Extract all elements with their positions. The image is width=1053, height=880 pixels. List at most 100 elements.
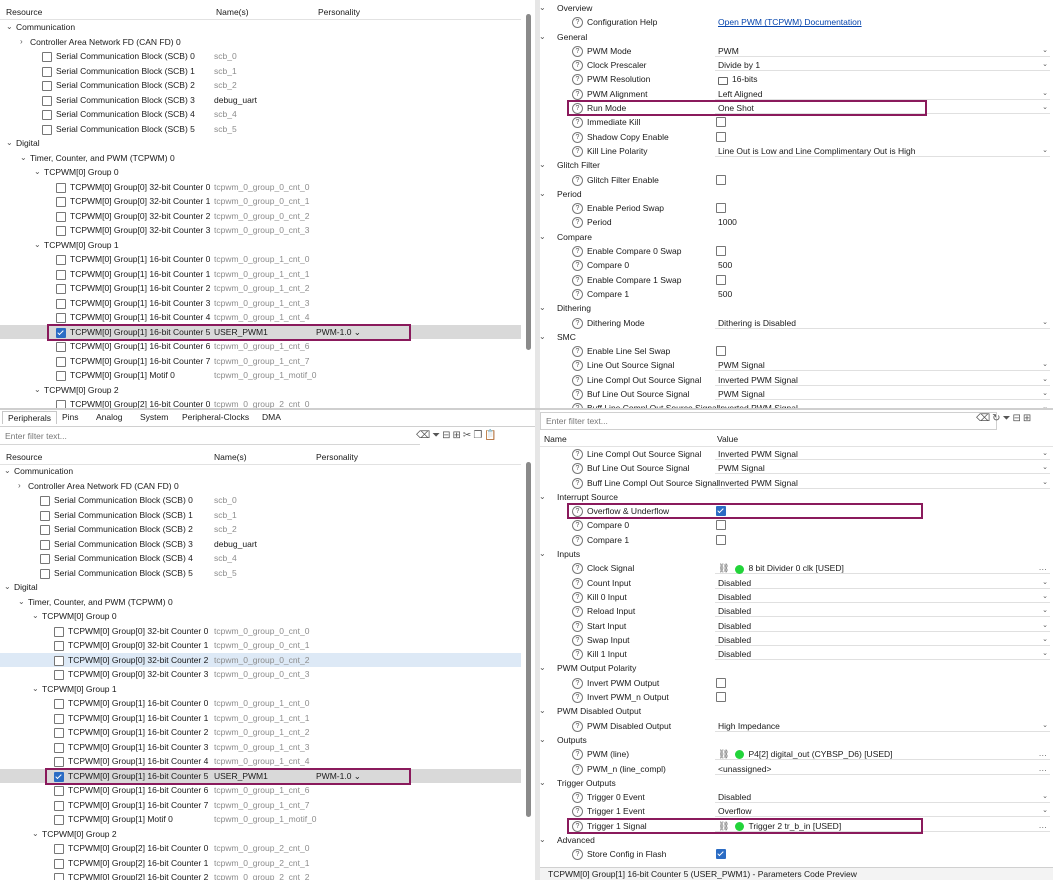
param-checkbox[interactable] <box>716 274 726 285</box>
param-dropdown[interactable]: Inverted PWM Signal ⌄ <box>715 374 1050 386</box>
more-icon[interactable]: … <box>1039 560 1048 574</box>
chevron-down-icon[interactable]: ⌄ <box>1042 590 1048 604</box>
resource-checkbox[interactable] <box>56 284 66 294</box>
tree-resource-row[interactable]: Serial Communication Block (SCB) 2 scb_2 <box>0 78 521 93</box>
help-icon[interactable]: ? <box>572 103 583 115</box>
chevron-down-icon[interactable]: ⌄ <box>1042 604 1048 618</box>
more-icon[interactable]: … <box>1039 818 1048 832</box>
resource-checkbox[interactable] <box>54 771 64 782</box>
tree-resource-row[interactable]: Serial Communication Block (SCB) 4 scb_4 <box>0 107 521 122</box>
param-section[interactable]: ⌄ PWM Output Polarity <box>540 661 1053 675</box>
tree-resource-row[interactable]: TCPWM[0] Group[2] 16-bit Counter 1 tcpwm_… <box>0 856 521 871</box>
help-icon[interactable]: ? <box>572 649 583 661</box>
chevron-down-icon[interactable]: ⌄ <box>540 733 546 747</box>
help-icon[interactable]: ? <box>572 217 583 229</box>
copy-icon[interactable]: ❐ <box>473 430 484 441</box>
help-icon[interactable]: ? <box>572 60 583 72</box>
help-icon[interactable]: ? <box>572 591 583 603</box>
param-checkbox[interactable] <box>716 520 726 531</box>
chevron-down-icon[interactable]: ⌄ <box>540 1 546 15</box>
resource-checkbox[interactable] <box>56 400 66 408</box>
connection-field[interactable]: <unassigned>… <box>715 763 1050 775</box>
chevron-down-icon[interactable]: ⌄ <box>540 187 546 201</box>
param-filter-input[interactable]: Enter filter text... <box>546 416 608 426</box>
chevron-down-icon[interactable]: ⌄ <box>1042 790 1048 804</box>
connection-field[interactable]: ⛓ 8 bit Divider 0 clk [USED]… <box>715 560 1050 575</box>
chevron-down-icon[interactable]: ⌄ <box>4 580 11 595</box>
tree-resource-row[interactable]: TCPWM[0] Group[1] 16-bit Counter 6 tcpwm_… <box>0 783 521 798</box>
paste-icon[interactable]: 📋 <box>484 430 498 441</box>
tree-resource-row[interactable]: TCPWM[0] Group[1] Motif 0 tcpwm_0_group_1… <box>0 812 521 827</box>
tree-resource-row[interactable]: TCPWM[0] Group[1] 16-bit Counter 2 tcpwm_… <box>0 281 521 296</box>
resource-filter[interactable]: Enter filter text... <box>0 428 420 445</box>
tree-resource-row[interactable]: TCPWM[0] Group[1] 16-bit Counter 5 USER_P… <box>0 768 521 783</box>
param-dropdown[interactable]: Line Out is Low and Line Complimentary O… <box>715 145 1050 157</box>
resource-checkbox[interactable] <box>56 313 66 323</box>
chevron-down-icon[interactable]: ⌄ <box>1042 647 1048 661</box>
chevron-down-icon[interactable]: ⌄ <box>34 238 41 253</box>
resource-checkbox[interactable] <box>54 873 64 880</box>
resource-checkbox[interactable] <box>42 110 52 120</box>
resource-checkbox[interactable] <box>42 66 52 77</box>
param-section[interactable]: ⌄ Overview <box>540 1 1053 15</box>
tab-system[interactable]: System <box>140 412 168 422</box>
resource-checkbox[interactable] <box>54 641 64 651</box>
tree-group-row[interactable]: ⌄ TCPWM[0] Group 2 <box>0 383 521 398</box>
filter-input[interactable]: Enter filter text... <box>5 431 67 441</box>
param-value-input[interactable]: 1000 <box>718 215 737 229</box>
tree-resource-row[interactable]: TCPWM[0] Group[0] 32-bit Counter 0 tcpwm_… <box>0 624 521 639</box>
param-dropdown[interactable]: PWM Signal ⌄ <box>715 387 1050 401</box>
tree-group-row[interactable]: ⌄ TCPWM[0] Group 1 <box>0 682 521 697</box>
help-icon[interactable]: ? <box>572 577 583 589</box>
filter-icon[interactable]: ⏷ <box>432 430 442 441</box>
param-dropdown[interactable]: Divide by 1 ⌄ <box>715 59 1050 72</box>
tree-resource-row[interactable]: TCPWM[0] Group[0] 32-bit Counter 1 tcpwm_… <box>0 194 521 209</box>
resource-checkbox[interactable] <box>40 554 50 564</box>
resource-checkbox[interactable] <box>54 844 64 854</box>
resource-checkbox[interactable] <box>56 211 66 222</box>
help-icon[interactable]: ? <box>572 145 583 157</box>
help-icon[interactable]: ? <box>572 634 583 646</box>
resource-checkbox[interactable] <box>54 800 64 811</box>
resource-checkbox[interactable] <box>56 269 66 280</box>
help-icon[interactable]: ? <box>572 449 583 460</box>
chevron-down-icon[interactable]: ⌄ <box>1042 804 1048 818</box>
help-icon[interactable]: ? <box>572 174 583 186</box>
param-dropdown[interactable]: Dithering is Disabled ⌄ <box>715 317 1050 329</box>
param-dropdown[interactable]: Disabled ⌄ <box>715 604 1050 618</box>
chevron-down-icon[interactable]: ⌄ <box>540 776 546 790</box>
tree-resource-row[interactable]: Serial Communication Block (SCB) 0 scb_0 <box>0 49 521 64</box>
resource-checkbox[interactable] <box>42 95 52 106</box>
resource-checkbox[interactable] <box>56 298 66 309</box>
resource-checkbox[interactable] <box>54 713 64 724</box>
param-dropdown[interactable]: PWM Signal ⌄ <box>715 461 1050 475</box>
cut-icon[interactable]: ✂ <box>463 430 473 441</box>
param-section[interactable]: ⌄ Period <box>540 187 1053 201</box>
help-icon[interactable]: ? <box>572 534 583 546</box>
resource-checkbox[interactable] <box>56 342 66 352</box>
param-checkbox[interactable] <box>716 346 726 357</box>
column-personality[interactable]: Personality <box>318 7 360 17</box>
tree-resource-row[interactable]: TCPWM[0] Group[1] 16-bit Counter 1 tcpwm_… <box>0 711 521 726</box>
param-checkbox[interactable] <box>716 246 726 257</box>
help-icon[interactable]: ? <box>572 477 583 489</box>
param-dropdown[interactable]: One Shot ⌄ <box>715 102 1050 115</box>
tree-group-row[interactable]: ⌄ Digital <box>0 136 521 151</box>
param-checkbox[interactable] <box>716 534 726 545</box>
help-icon[interactable]: ? <box>572 246 583 258</box>
chevron-down-icon[interactable]: ⌄ <box>1042 387 1048 401</box>
help-icon[interactable]: ? <box>572 677 583 689</box>
chevron-down-icon[interactable]: ⌄ <box>1042 619 1048 633</box>
param-checkbox[interactable] <box>716 203 726 214</box>
help-icon[interactable]: ? <box>572 389 583 401</box>
clear-filter-icon[interactable]: ⌫ <box>976 413 992 424</box>
param-dropdown[interactable]: Inverted PWM Signal ⌄ <box>715 402 1050 408</box>
help-icon[interactable]: ? <box>572 792 583 804</box>
chevron-down-icon[interactable]: ⌄ <box>32 682 39 697</box>
param-section[interactable]: ⌄ Dithering <box>540 301 1053 315</box>
collapse-all-icon[interactable]: ⊟ <box>1013 413 1023 424</box>
chevron-down-icon[interactable]: ⌄ <box>1042 461 1048 475</box>
param-checkbox[interactable] <box>716 117 726 128</box>
chevron-down-icon[interactable]: ⌄ <box>1042 476 1048 490</box>
help-icon[interactable]: ? <box>572 117 583 129</box>
